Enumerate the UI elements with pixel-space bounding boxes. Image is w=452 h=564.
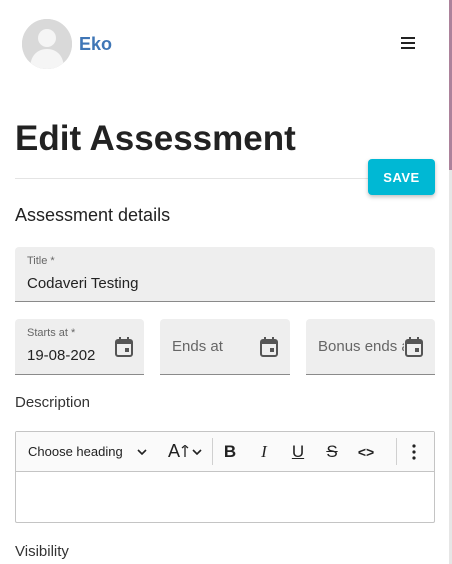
heading-dropdown[interactable]: Choose heading xyxy=(28,432,147,471)
editor-toolbar: Choose heading A B I U S <> xyxy=(16,432,434,472)
calendar-icon[interactable] xyxy=(115,337,133,357)
toolbar-separator xyxy=(396,438,397,465)
description-label: Description xyxy=(15,394,91,411)
hamburger-menu-icon[interactable] xyxy=(401,37,415,51)
starts-at-field[interactable]: Starts at * 19-08-202 xyxy=(15,319,144,375)
font-size-button[interactable]: A xyxy=(168,432,202,471)
bonus-ends-at-field[interactable]: Bonus ends a xyxy=(306,319,435,375)
bold-icon: B xyxy=(223,441,237,461)
strikethrough-button[interactable]: S xyxy=(320,432,344,471)
underline-icon: U xyxy=(291,441,305,461)
starts-at-value: 19-08-202 xyxy=(27,347,96,364)
bonus-ends-at-placeholder: Bonus ends a xyxy=(318,338,404,355)
chevron-down-icon xyxy=(137,448,147,455)
avatar[interactable] xyxy=(22,19,72,69)
font-size-icon: A xyxy=(168,441,181,461)
page-title: Edit Assessment xyxy=(15,119,296,158)
user-name[interactable]: Eko xyxy=(79,34,112,55)
starts-at-label: Starts at * xyxy=(27,327,76,339)
calendar-icon[interactable] xyxy=(405,337,423,357)
italic-icon: I xyxy=(261,441,267,461)
vertical-dots-icon xyxy=(412,443,416,460)
underline-button[interactable]: U xyxy=(286,432,310,471)
editor-content-area[interactable] xyxy=(16,472,434,522)
section-title: Assessment details xyxy=(15,205,171,225)
code-button[interactable]: <> xyxy=(354,432,378,471)
toolbar-separator xyxy=(212,438,213,465)
title-field-label: Title * xyxy=(27,255,55,267)
calendar-icon[interactable] xyxy=(260,337,278,357)
more-options-icon[interactable] xyxy=(406,432,422,471)
chevron-down-icon xyxy=(192,448,202,455)
strikethrough-icon: S xyxy=(326,441,338,461)
title-field[interactable]: Title * Codaveri Testing xyxy=(15,247,435,302)
italic-button[interactable]: I xyxy=(252,432,276,471)
visibility-label: Visibility xyxy=(15,543,69,560)
bold-button[interactable]: B xyxy=(218,432,242,471)
ends-at-placeholder: Ends at xyxy=(172,338,223,355)
code-icon: <> xyxy=(357,443,375,460)
description-editor[interactable]: Choose heading A B I U S <> xyxy=(15,431,435,523)
title-field-value: Codaveri Testing xyxy=(27,275,139,292)
ends-at-field[interactable]: Ends at xyxy=(160,319,290,375)
font-size-caret-icon xyxy=(181,444,189,457)
user-avatar-icon xyxy=(22,19,72,69)
heading-dropdown-label: Choose heading xyxy=(28,444,123,459)
save-button[interactable]: SAVE xyxy=(368,159,435,195)
